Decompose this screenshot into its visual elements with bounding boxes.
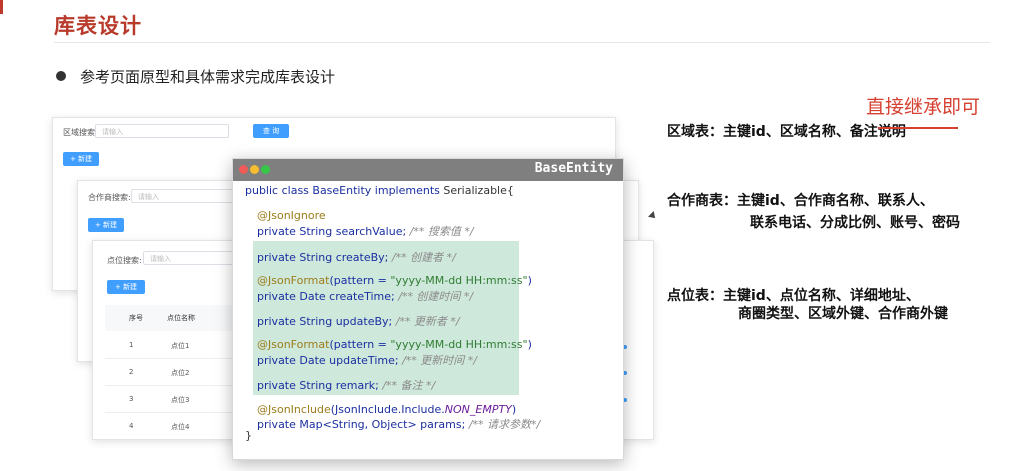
node-search-input[interactable]: 请输入 bbox=[143, 251, 237, 265]
code-line: public class BaseEntity implements Seria… bbox=[245, 184, 514, 197]
row-index: 3 bbox=[129, 395, 134, 403]
corner-mark bbox=[0, 0, 3, 14]
row-name: 点位1 bbox=[171, 342, 190, 350]
code-line: @JsonInclude(JsonInclude.Include.NON_EMP… bbox=[257, 403, 517, 416]
row-index: 4 bbox=[129, 422, 134, 430]
row-name: 点位2 bbox=[171, 369, 190, 377]
table-row[interactable]: 1 点位1 bbox=[105, 331, 233, 359]
node-search-label: 点位搜索: bbox=[107, 256, 142, 265]
table-row[interactable]: 2 点位2 bbox=[105, 358, 233, 386]
row-name: 点位3 bbox=[171, 396, 190, 404]
code-line: @JsonIgnore bbox=[257, 209, 326, 222]
row-index: 2 bbox=[129, 368, 134, 376]
table-row[interactable]: 4 点位4 bbox=[105, 412, 233, 438]
bullet-text: 参考页面原型和具体需求完成库表设计 bbox=[80, 68, 336, 86]
bullet-dot-icon bbox=[56, 71, 66, 81]
column-header-index: 序号 bbox=[129, 314, 143, 322]
node-table-note-line2: 商圈类型、区域外键、合作商外键 bbox=[738, 306, 948, 322]
close-dot-icon[interactable] bbox=[239, 165, 248, 174]
region-table-note: 区域表：主键id、区域名称、备注说明 bbox=[667, 124, 906, 140]
code-window-titlebar: BaseEntity bbox=[233, 159, 623, 181]
row-name: 点位4 bbox=[171, 423, 190, 431]
strikethrough-mark bbox=[878, 127, 958, 129]
code-line: @JsonFormat(pattern = "yyyy-MM-dd HH:mm:… bbox=[257, 274, 532, 287]
region-add-button[interactable]: + 新建 bbox=[63, 152, 99, 166]
code-line: private String searchValue; /** 搜索值 */ bbox=[257, 225, 474, 238]
code-line: } bbox=[245, 429, 252, 442]
partner-search-input[interactable]: 请输入 bbox=[131, 189, 241, 203]
partner-table-note-line2: 联系电话、分成比例、账号、密码 bbox=[750, 215, 960, 231]
code-line: private String updateBy; /** 更新者 */ bbox=[257, 315, 460, 328]
code-line: private Map<String, Object> params; /** … bbox=[257, 418, 541, 431]
code-line: private Date updateTime; /** 更新时间 */ bbox=[257, 354, 477, 367]
partner-search-label: 合作商搜索: bbox=[88, 193, 131, 202]
node-table-note-line1: 点位表：主键id、点位名称、详细地址、 bbox=[667, 288, 920, 304]
code-line: private Date createTime; /** 创建时间 */ bbox=[257, 290, 474, 303]
mouse-cursor-icon bbox=[648, 211, 658, 221]
row-index: 1 bbox=[129, 341, 134, 349]
region-search-label: 区域搜索: bbox=[63, 128, 98, 137]
slide-title: 库表设计 bbox=[54, 14, 142, 38]
query-button[interactable]: 查 询 bbox=[253, 124, 289, 138]
handwritten-annotation: 直接继承即可 bbox=[866, 96, 981, 118]
node-add-button[interactable]: + 新建 bbox=[107, 280, 145, 294]
code-line: private String createBy; /** 创建者 */ bbox=[257, 251, 456, 264]
minimize-dot-icon[interactable] bbox=[250, 165, 259, 174]
table-row[interactable]: 3 点位3 bbox=[105, 385, 233, 413]
code-window-title: BaseEntity bbox=[534, 161, 613, 176]
code-line: @JsonFormat(pattern = "yyyy-MM-dd HH:mm:… bbox=[257, 338, 532, 351]
maximize-dot-icon[interactable] bbox=[261, 165, 270, 174]
code-window: BaseEntity public class BaseEntity imple… bbox=[232, 158, 624, 460]
code-line: private String remark; /** 备注 */ bbox=[257, 379, 436, 392]
title-divider bbox=[54, 42, 990, 43]
partner-table-note-line1: 合作商表：主键id、合作商名称、联系人、 bbox=[667, 193, 934, 209]
column-header-name: 点位名称 bbox=[167, 314, 195, 322]
region-search-input[interactable]: 请输入 bbox=[95, 124, 229, 138]
partner-add-button[interactable]: + 新建 bbox=[88, 218, 124, 232]
